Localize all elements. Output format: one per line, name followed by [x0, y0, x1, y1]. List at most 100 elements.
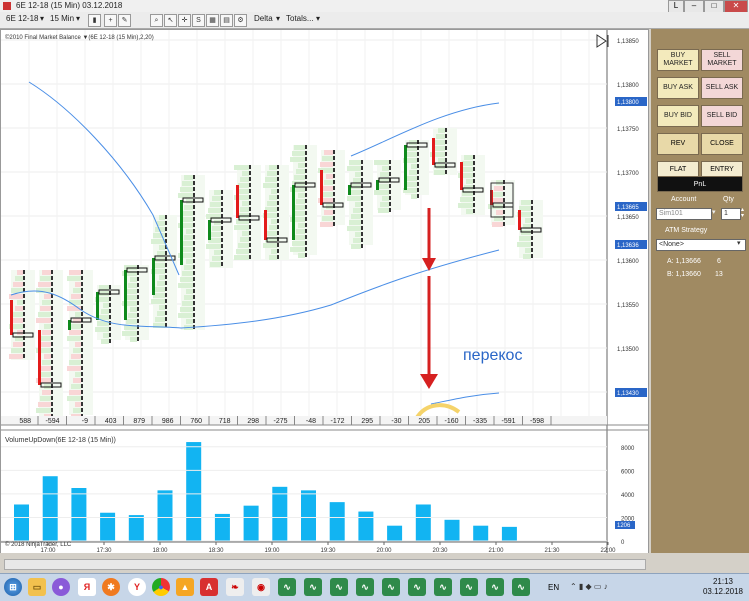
yandex-icon[interactable]: Y [128, 578, 146, 596]
period-dropdown-icon[interactable]: ▾ [76, 14, 80, 23]
instrument-select[interactable]: 6E 12-18 [6, 14, 38, 23]
ninjatrader-window-4[interactable]: ∿ [356, 578, 374, 596]
footprint-volume-tick [193, 271, 195, 275]
ninjatrader-window-5[interactable]: ∿ [382, 578, 400, 596]
account-select[interactable]: Sim101 [656, 208, 712, 220]
candle-body [96, 292, 99, 320]
footprint-cell [42, 390, 51, 395]
pencil-icon[interactable]: ✎ [118, 14, 131, 27]
qty-stepper-icon[interactable]: ▴ ▾ [741, 207, 744, 219]
ninjatrader-window-3[interactable]: ∿ [330, 578, 348, 596]
footprint-candle [290, 145, 317, 258]
buy-bid-button[interactable]: BUY BID [657, 105, 699, 127]
buy-market-button[interactable]: BUY MARKET [657, 49, 699, 71]
footprint-candle [178, 175, 205, 330]
qty-input[interactable]: 1 [721, 208, 741, 220]
instrument-dropdown-icon[interactable]: ▾ [40, 14, 44, 23]
ninjatrader-window-1[interactable]: ∿ [278, 578, 296, 596]
footprint-volume-tick [249, 249, 251, 253]
delta-dropdown-icon[interactable]: ▾ [276, 14, 280, 23]
footprint-volume-tick [81, 354, 83, 358]
account-dropdown-icon[interactable]: ▾ [712, 208, 716, 216]
footprint-cell [182, 301, 193, 306]
footprint-volume-tick [249, 243, 251, 247]
ninjatrader-window-8[interactable]: ∿ [460, 578, 478, 596]
properties-icon[interactable]: ⚙ [234, 14, 247, 27]
ninjatrader-window-2[interactable]: ∿ [304, 578, 322, 596]
footprint-volume-tick [193, 211, 195, 215]
sell-market-button[interactable]: SELL MARKET [701, 49, 743, 71]
microphone-icon[interactable]: ● [52, 578, 70, 596]
acrobat-icon[interactable]: ❧ [226, 578, 244, 596]
delta-value: -48 [306, 418, 316, 425]
footprint-volume-tick [193, 193, 195, 197]
footprint-volume-tick [531, 224, 533, 228]
start-button[interactable]: ⊞ [4, 578, 22, 596]
chart-area[interactable]: ©2010 Final Market Balance ▼(6E 12-18 (1… [0, 29, 649, 555]
chart-canvas[interactable]: ©2010 Final Market Balance ▼(6E 12-18 (1… [1, 30, 648, 554]
horizontal-scrollbar[interactable] [4, 559, 646, 570]
footprint-volume-tick [165, 269, 167, 273]
period-select[interactable]: 15 Min [50, 14, 74, 23]
footprint-cell [355, 232, 361, 237]
bar-chart-icon[interactable]: ▮ [88, 14, 101, 27]
footprint-cell [210, 202, 221, 207]
taskbar: ⊞ ▭ ● Я ✱ Y ● ▲ A ❧ ◉ ∿ ∿ ∿ ∿ ∿ ∿ ∿ ∿ ∿ … [0, 573, 749, 601]
totals-select[interactable]: Totals... [286, 14, 314, 23]
atm-dropdown-icon[interactable]: ▾ [737, 239, 741, 247]
footprint-volume-tick [81, 270, 83, 274]
footprint-volume-tick [361, 226, 363, 230]
footprint-cell [271, 249, 277, 254]
sell-ask-button[interactable]: SELL ASK [701, 77, 743, 99]
footprint-volume-tick [23, 318, 25, 322]
footprint-volume-tick [51, 282, 53, 286]
footprint-volume-tick [503, 192, 505, 196]
footprint-cell [182, 211, 193, 216]
buy-ask-button[interactable]: BUY ASK [657, 77, 699, 99]
ninjatrader-window-6[interactable]: ∿ [408, 578, 426, 596]
ninjatrader-window-7[interactable]: ∿ [434, 578, 452, 596]
warning-app-icon[interactable]: ▲ [176, 578, 194, 596]
totals-dropdown-icon[interactable]: ▾ [316, 14, 320, 23]
sell-bid-button[interactable]: SELL BID [701, 105, 743, 127]
tray-icons[interactable]: ⌃ ▮ ◆ ▭ ♪ [570, 582, 608, 591]
footprint-cell [324, 180, 333, 185]
crosshair-icon[interactable]: ✛ [178, 14, 191, 27]
footprint-volume-tick [249, 171, 251, 175]
footprint-volume-tick [23, 294, 25, 298]
footprint-volume-tick [51, 348, 53, 352]
magnify-icon[interactable]: ⌕ [150, 14, 163, 27]
footprint-cell [153, 233, 165, 238]
ninjatrader-window-9[interactable]: ∿ [486, 578, 504, 596]
folder-icon[interactable]: ▭ [28, 578, 46, 596]
pdf-icon[interactable]: A [200, 578, 218, 596]
reverse-button[interactable]: REV [657, 133, 699, 155]
footprint-volume-tick [249, 255, 251, 259]
strategy-icon[interactable]: S [192, 14, 205, 27]
footprint-cell [347, 196, 361, 201]
ninjatrader-window-10[interactable]: ∿ [512, 578, 530, 596]
volume-bar [243, 505, 259, 541]
footprint-cell [464, 155, 473, 160]
footprint-volume-tick [165, 233, 167, 237]
cursor-icon[interactable]: ↖ [164, 14, 177, 27]
candle-body [432, 138, 435, 165]
footprint-cell [178, 193, 193, 198]
footprint-cell [67, 396, 81, 401]
footprint-volume-tick [23, 306, 25, 310]
data-box-icon[interactable]: ▤ [220, 14, 233, 27]
zoom-in-icon[interactable]: + [104, 14, 117, 27]
language-indicator[interactable]: EN [548, 583, 559, 592]
record-app-icon[interactable]: ◉ [252, 578, 270, 596]
delta-value: -598 [530, 418, 544, 425]
chrome-icon[interactable]: ● [152, 578, 170, 596]
close-position-button[interactable]: CLOSE [701, 133, 743, 155]
system-clock[interactable]: 21:13 03.12.2018 [703, 577, 743, 597]
app-orange-icon[interactable]: ✱ [102, 578, 120, 596]
table-icon[interactable]: ▦ [206, 14, 219, 27]
delta-select[interactable]: Delta [254, 14, 273, 23]
yandex-browser-icon[interactable]: Я [78, 578, 96, 596]
footprint-cell [71, 384, 81, 389]
atm-strategy-select[interactable]: <None> [656, 239, 746, 251]
footprint-volume-tick [81, 324, 83, 328]
